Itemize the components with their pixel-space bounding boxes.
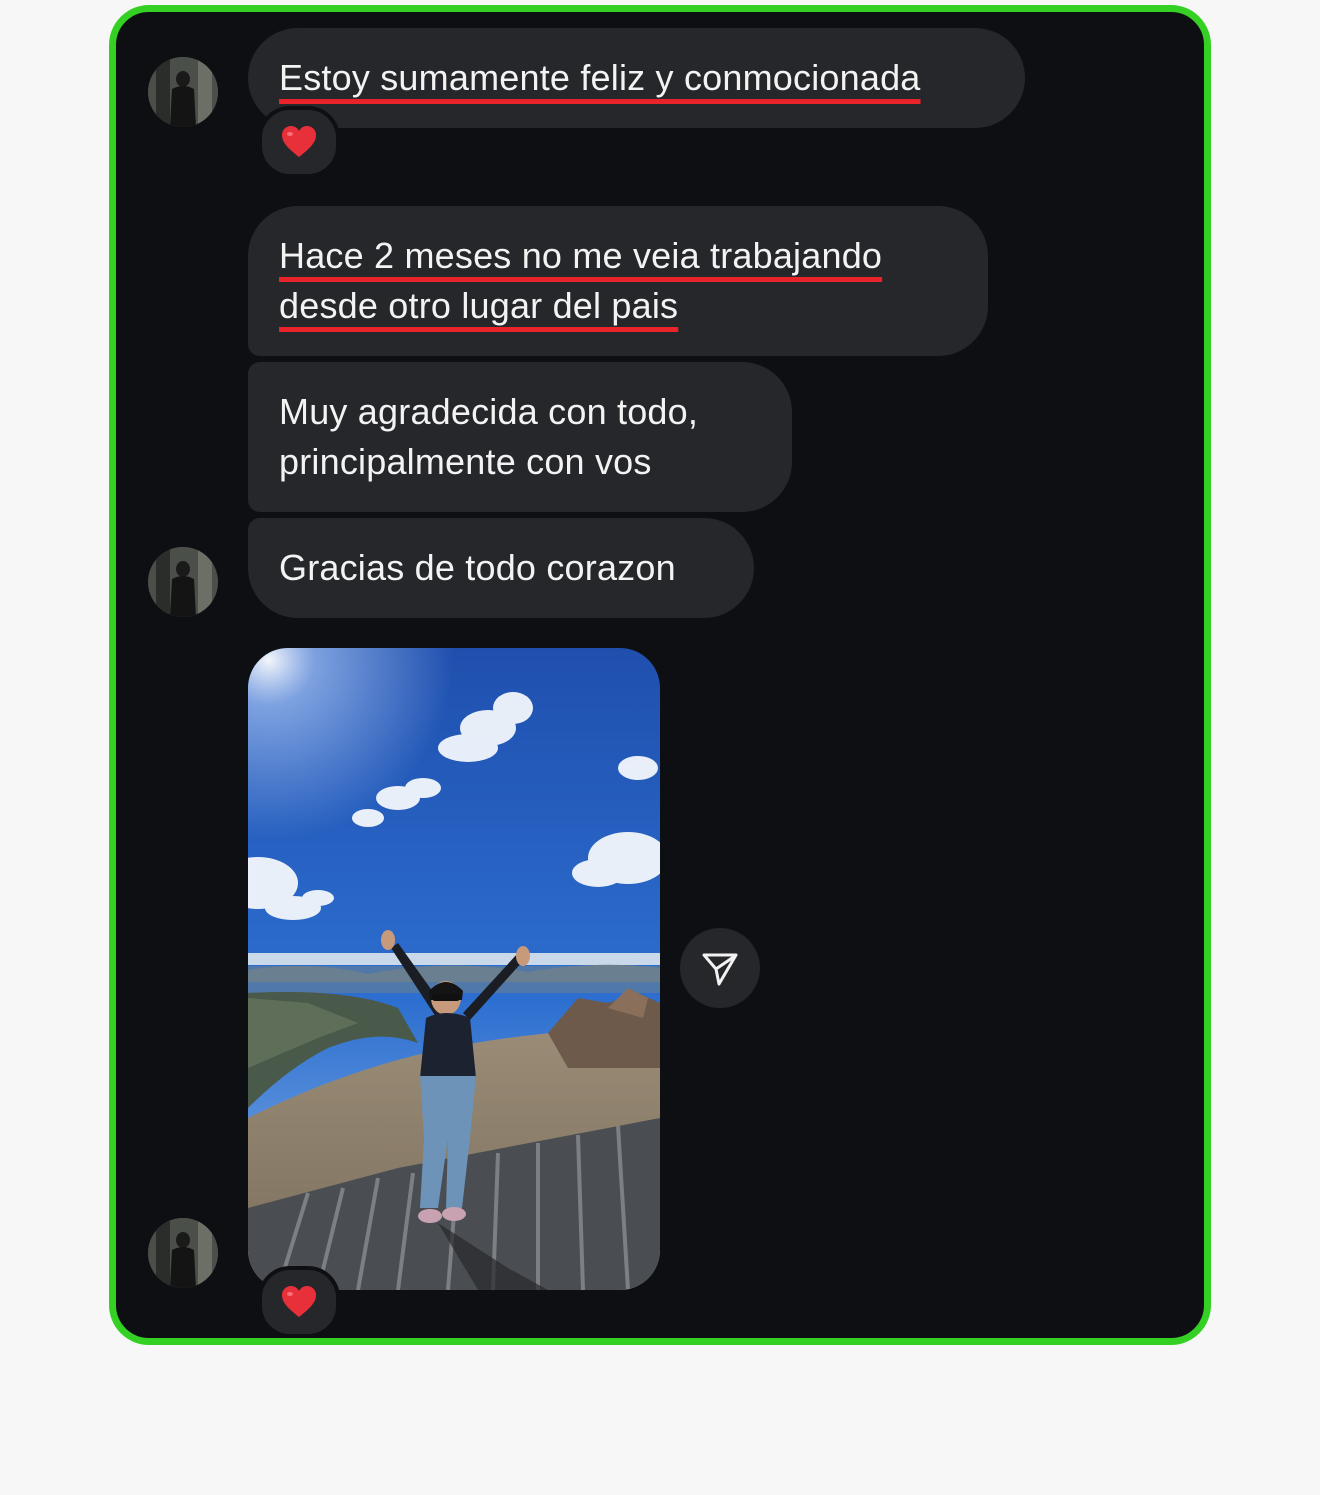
sender-avatar[interactable] [148, 547, 218, 617]
sender-avatar[interactable] [148, 1218, 218, 1288]
message-bubble[interactable]: Hace 2 meses no me veia trabajando desde… [248, 206, 988, 356]
heart-icon [282, 126, 316, 157]
message-text-line: desde otro lugar del pais [279, 285, 679, 326]
message-text-line: Hace 2 meses no me veia trabajando [279, 235, 883, 276]
avatar-image [148, 57, 218, 127]
message-text-line: Muy agradecida con todo, [279, 391, 699, 432]
message-bubble[interactable]: Gracias de todo corazon [248, 518, 754, 618]
avatar-image [148, 1218, 218, 1288]
photo-message[interactable] [248, 648, 660, 1290]
sender-avatar[interactable] [148, 57, 218, 127]
message-reaction[interactable] [258, 106, 340, 178]
mountain-photo [248, 648, 660, 1290]
message-bubble[interactable]: Estoy sumamente feliz y conmocionada [248, 28, 1025, 128]
message-bubble[interactable]: Muy agradecida con todo, principalmente … [248, 362, 792, 512]
photo-reaction[interactable] [258, 1266, 340, 1338]
heart-icon [282, 1286, 316, 1317]
message-text: Estoy sumamente feliz y conmocionada [279, 57, 921, 98]
paper-plane-icon [702, 953, 738, 986]
chat-screenshot-frame: Estoy sumamente feliz y conmocionada Hac… [109, 5, 1211, 1345]
avatar-image [148, 547, 218, 617]
message-text-line: principalmente con vos [279, 441, 652, 482]
share-button[interactable] [680, 928, 760, 1008]
message-text: Gracias de todo corazon [279, 547, 676, 588]
